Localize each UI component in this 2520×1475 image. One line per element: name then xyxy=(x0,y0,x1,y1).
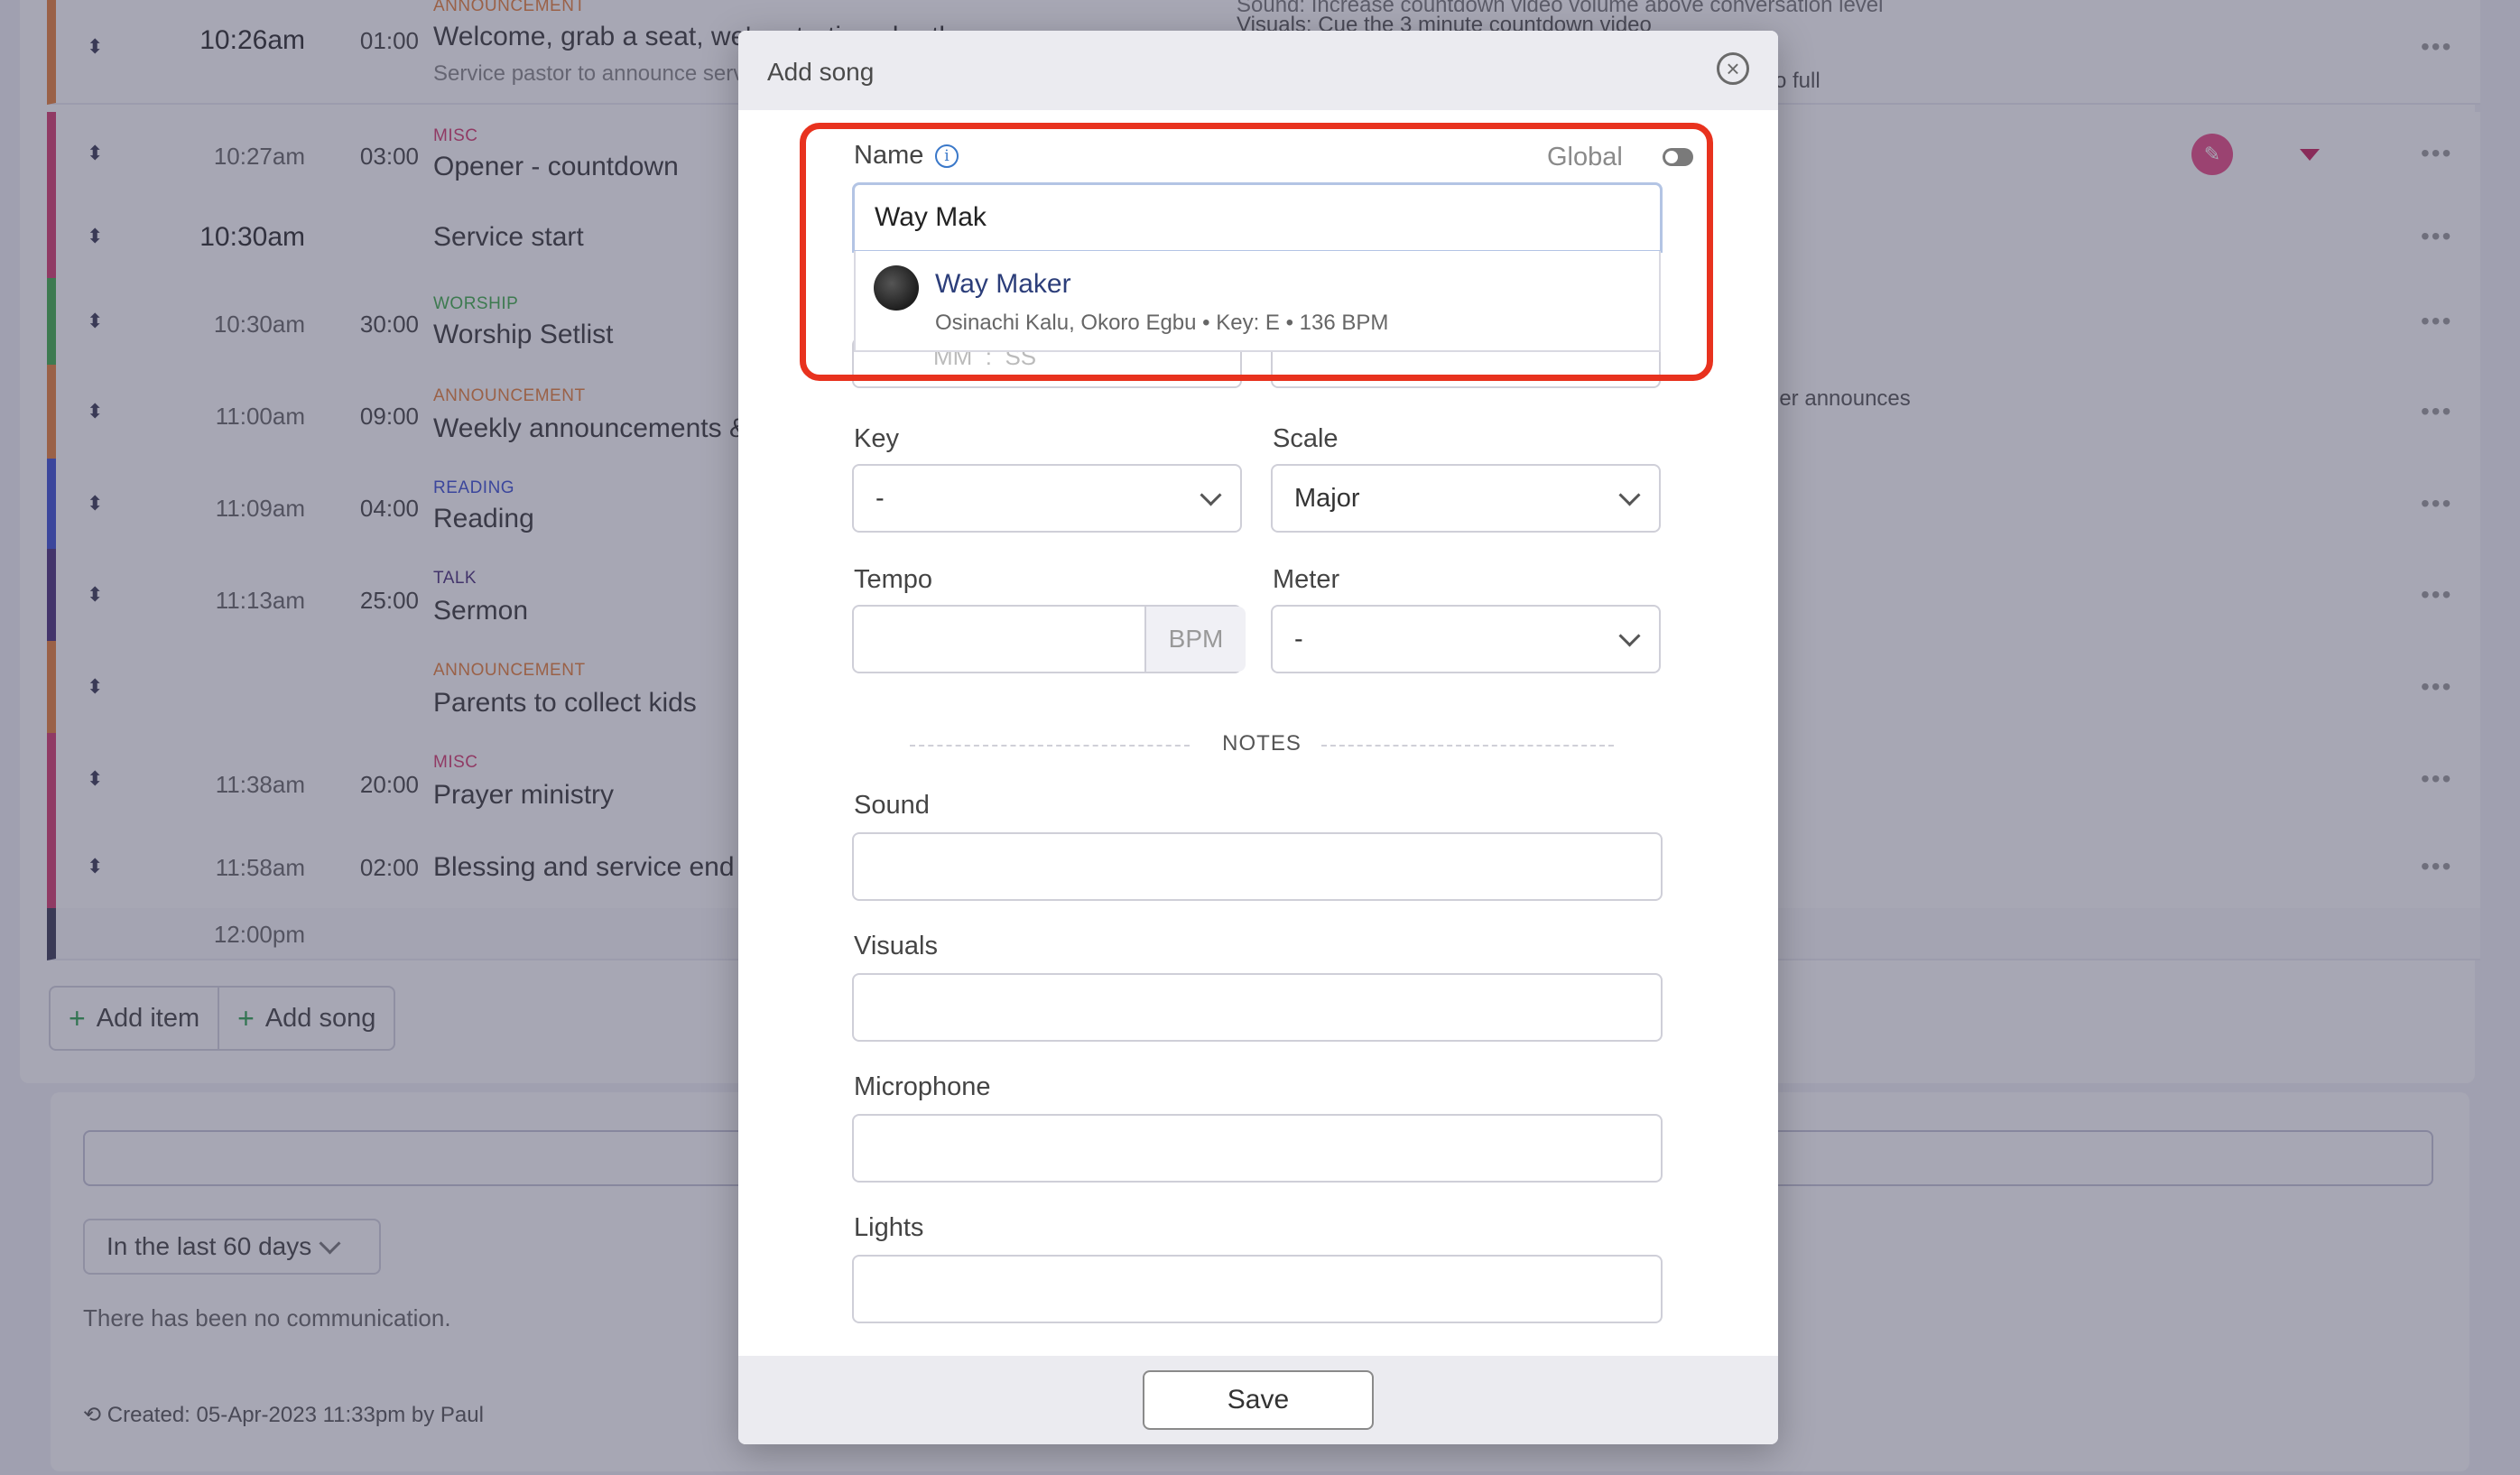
chevron-down-icon xyxy=(1200,483,1222,506)
modal-footer: Save xyxy=(738,1356,1778,1444)
key-select[interactable]: - xyxy=(852,464,1242,533)
chevron-down-icon xyxy=(1618,483,1641,506)
suggestion-song-name[interactable]: Way Maker xyxy=(935,269,1071,300)
meter-label: Meter xyxy=(1273,565,1340,594)
visuals-input[interactable] xyxy=(852,973,1663,1042)
save-button[interactable]: Save xyxy=(1143,1370,1374,1430)
key-label: Key xyxy=(854,424,899,453)
lights-label: Lights xyxy=(854,1213,924,1242)
close-icon[interactable]: × xyxy=(1717,52,1749,85)
sound-label: Sound xyxy=(854,791,930,820)
chevron-down-icon xyxy=(1618,624,1641,647)
notes-heading: NOTES xyxy=(1222,731,1302,756)
sound-input[interactable] xyxy=(852,832,1663,901)
global-label: Global xyxy=(1547,143,1623,172)
info-icon[interactable]: i xyxy=(935,144,959,168)
notes-divider: NOTES xyxy=(910,731,1614,758)
scale-label: Scale xyxy=(1273,424,1339,453)
visuals-label: Visuals xyxy=(854,932,938,960)
meter-select[interactable]: - xyxy=(1271,605,1661,673)
song-suggestion-list: Way Maker Osinachi Kalu, Okoro Egbu • Ke… xyxy=(854,251,1661,352)
tempo-input[interactable]: BPM xyxy=(852,605,1246,673)
scale-select[interactable]: Major xyxy=(1271,464,1661,533)
microphone-input[interactable] xyxy=(852,1114,1663,1183)
bpm-unit: BPM xyxy=(1144,607,1246,672)
microphone-label: Microphone xyxy=(854,1072,991,1101)
lights-input[interactable] xyxy=(852,1255,1663,1323)
global-toggle[interactable] xyxy=(1663,148,1693,166)
suggestion-song-meta: Osinachi Kalu, Okoro Egbu • Key: E • 136… xyxy=(935,311,1389,335)
add-song-modal: Add song × Name i Global Way Maker Osina… xyxy=(738,31,1778,1444)
tempo-label: Tempo xyxy=(854,565,933,594)
modal-header: Add song × xyxy=(738,31,1778,110)
modal-title: Add song xyxy=(767,58,875,86)
name-label: Name xyxy=(854,141,924,170)
song-artwork xyxy=(874,265,919,311)
song-name-input[interactable] xyxy=(852,182,1663,253)
